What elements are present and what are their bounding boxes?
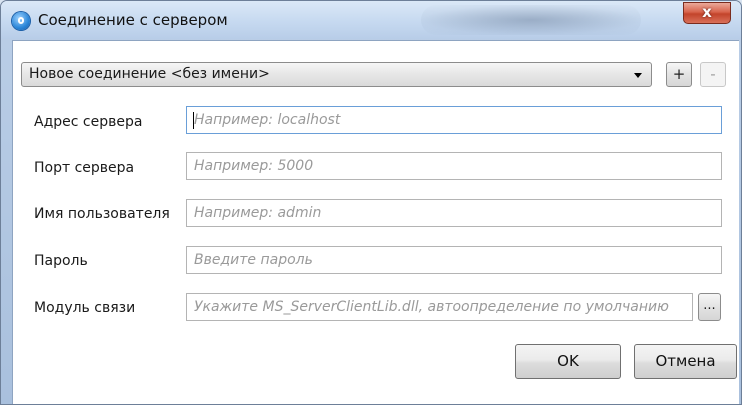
browse-button[interactable]: ... [698,293,721,321]
ok-button[interactable]: OK [515,344,621,379]
password-label: Пароль [34,253,88,269]
remove-connection-button[interactable]: - [700,62,726,87]
server-address-input[interactable] [186,106,722,134]
title-bar[interactable]: Соединение с сервером x [1,1,741,39]
server-address-label: Адрес сервера [34,114,143,130]
window-title: Соединение с сервером [38,11,228,29]
server-connection-icon [12,12,30,30]
connection-select-value: Новое соединение <без имени> [29,66,270,82]
cancel-button[interactable]: Отмена [634,344,737,379]
connection-select[interactable]: Новое соединение <без имени> [21,62,652,87]
server-port-input[interactable] [186,152,722,180]
password-input[interactable] [186,246,722,274]
username-input[interactable] [186,199,722,227]
module-label: Модуль связи [34,300,136,316]
add-connection-button[interactable]: + [666,62,692,87]
chevron-down-icon[interactable] [634,73,642,78]
server-port-label: Порт сервера [34,160,135,176]
close-icon[interactable]: x [683,2,731,24]
module-path-input[interactable] [186,293,693,321]
username-label: Имя пользователя [34,206,170,222]
text-caret [193,112,194,129]
title-bar-glow [421,5,641,35]
